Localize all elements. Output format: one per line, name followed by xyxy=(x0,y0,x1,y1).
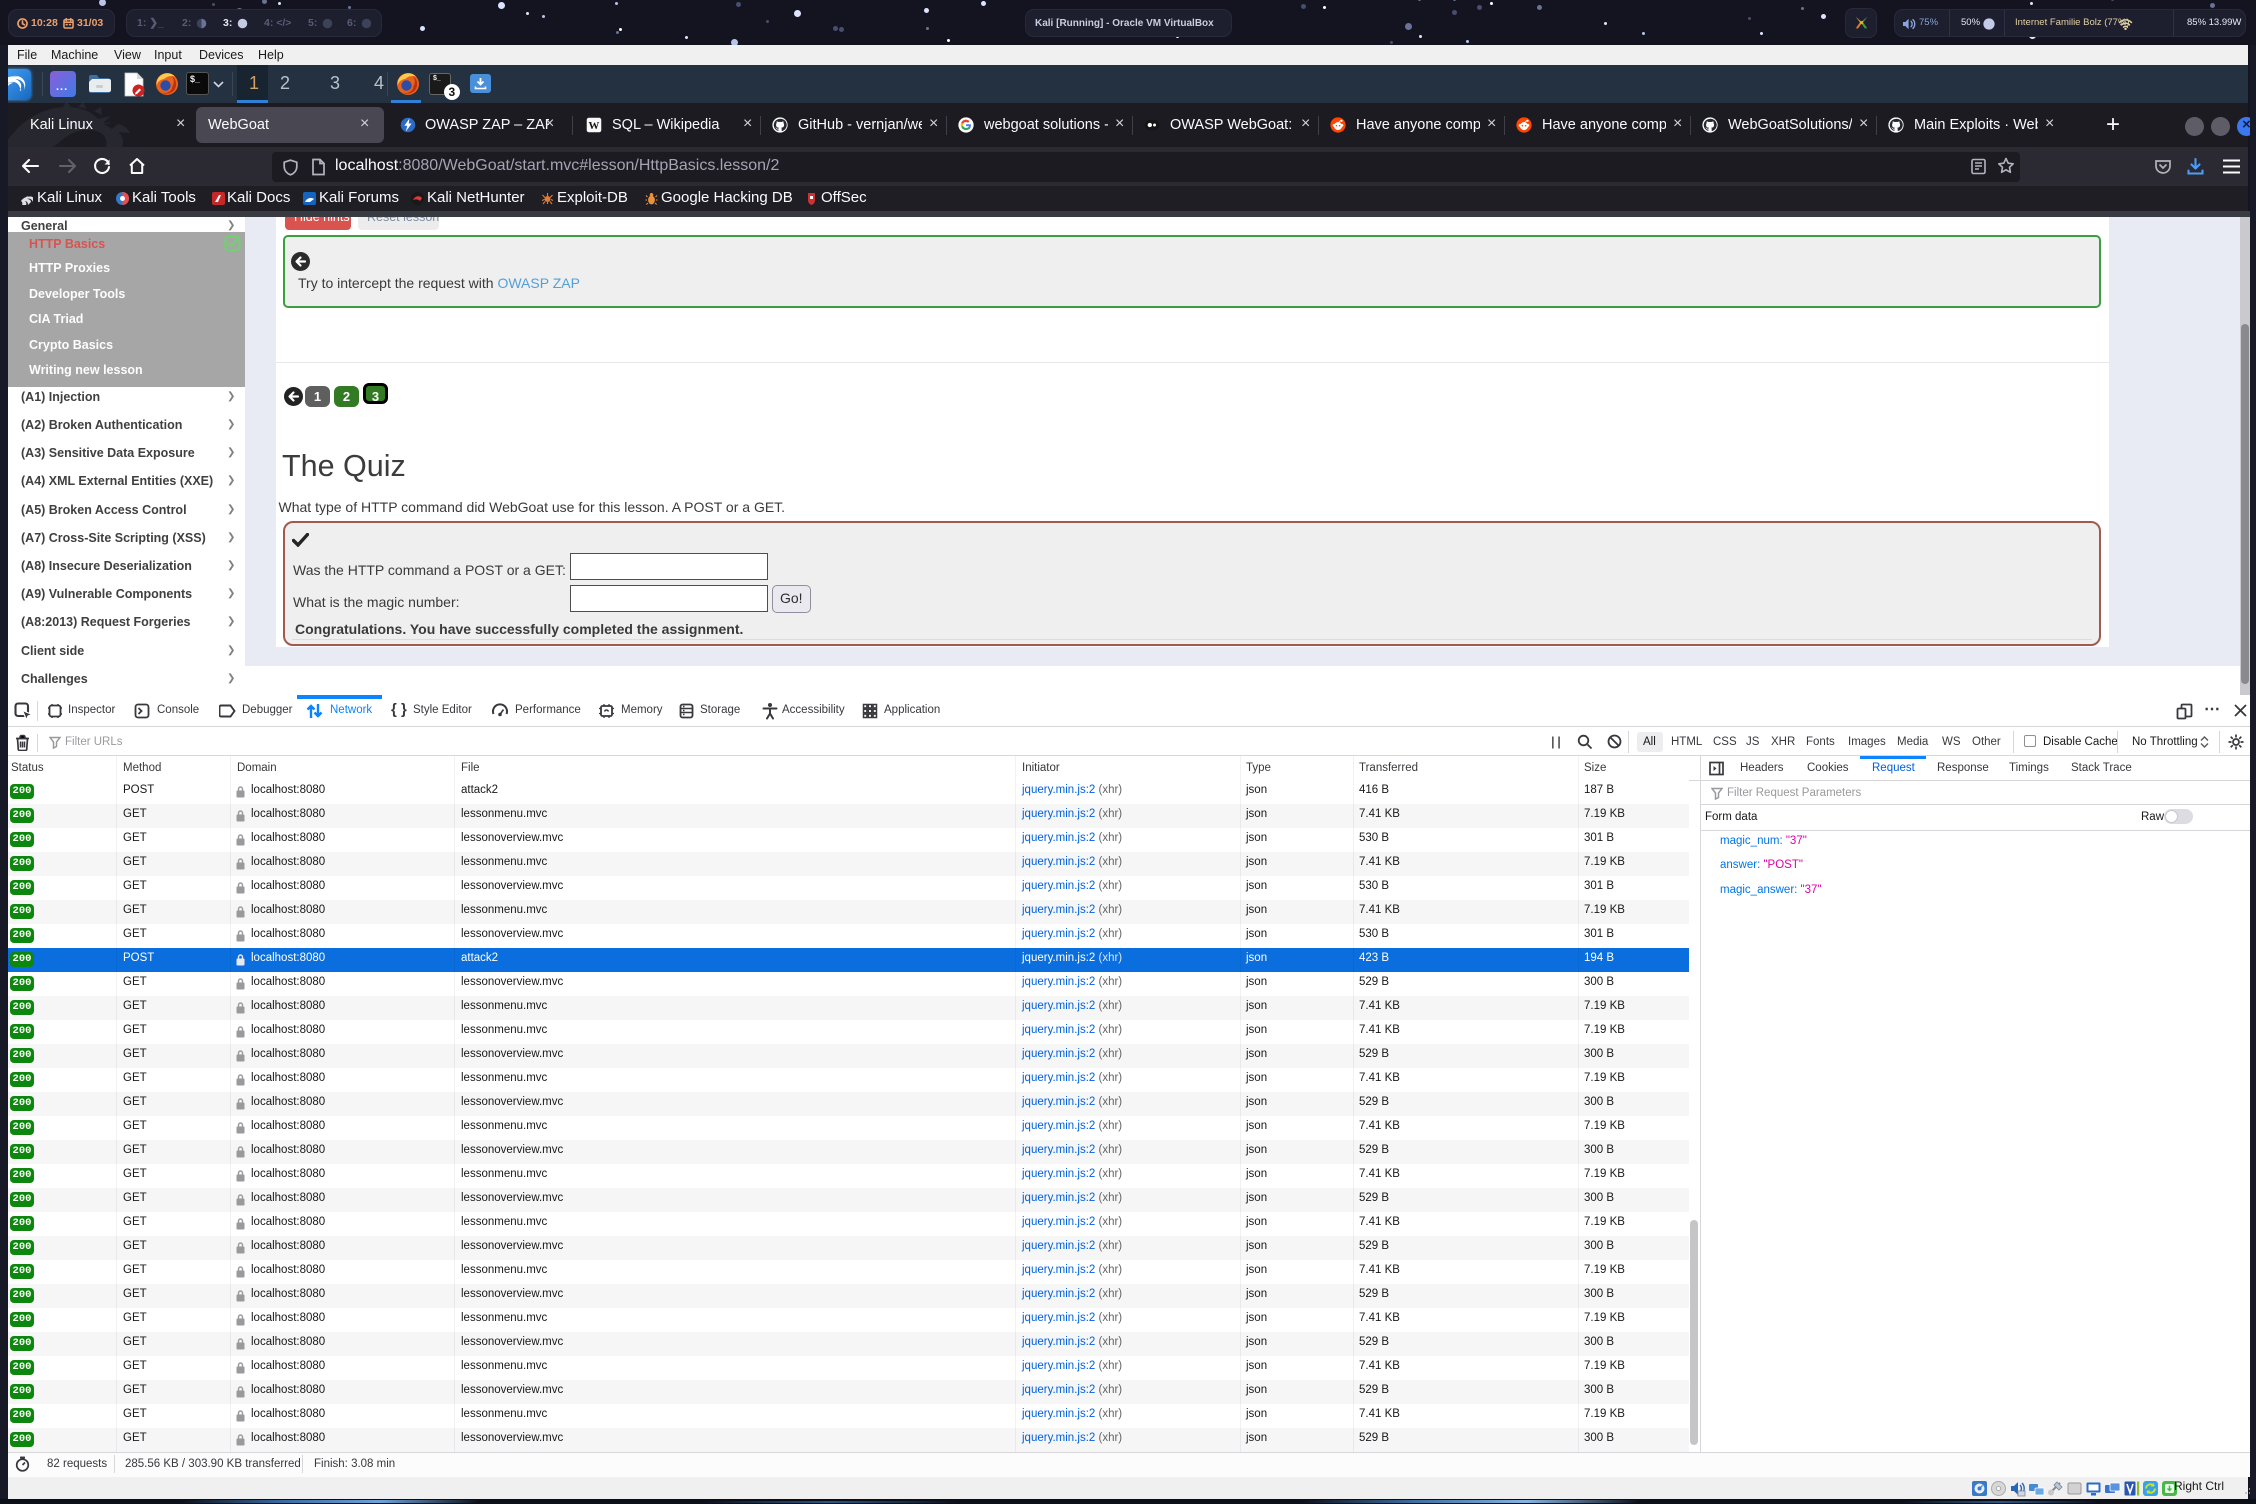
svg-text:W: W xyxy=(589,120,600,132)
